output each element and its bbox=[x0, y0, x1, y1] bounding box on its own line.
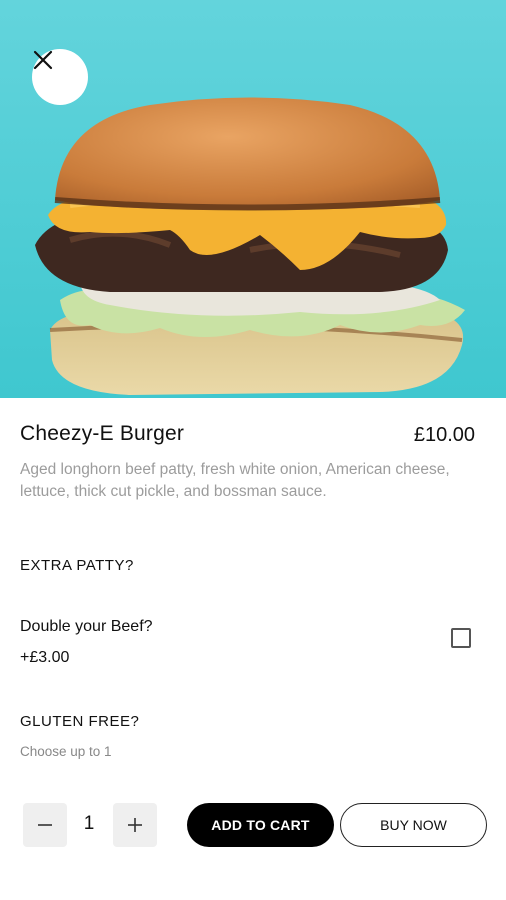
double-beef-option-price: +£3.00 bbox=[20, 649, 70, 666]
extra-patty-heading: EXTRA PATTY? bbox=[20, 557, 134, 574]
double-beef-checkbox[interactable] bbox=[451, 628, 471, 648]
quantity-value: 1 bbox=[83, 813, 95, 834]
gluten-free-heading: GLUTEN FREE? bbox=[20, 713, 140, 730]
close-icon bbox=[33, 50, 53, 70]
gluten-free-hint: Choose up to 1 bbox=[20, 744, 112, 759]
plus-icon bbox=[128, 818, 142, 832]
double-beef-option-label: Double your Beef? bbox=[20, 618, 153, 635]
minus-icon bbox=[38, 824, 52, 826]
product-hero-image bbox=[0, 0, 506, 398]
product-name: Cheezy-E Burger bbox=[20, 422, 185, 445]
product-description: Aged longhorn beef patty, fresh white on… bbox=[20, 461, 450, 500]
buy-now-button[interactable]: BUY NOW bbox=[340, 803, 487, 847]
add-to-cart-button[interactable]: ADD TO CART bbox=[187, 803, 334, 847]
product-price: £10.00 bbox=[413, 424, 475, 446]
close-button[interactable] bbox=[32, 49, 88, 105]
decrease-quantity-button[interactable] bbox=[23, 803, 67, 847]
increase-quantity-button[interactable] bbox=[113, 803, 157, 847]
